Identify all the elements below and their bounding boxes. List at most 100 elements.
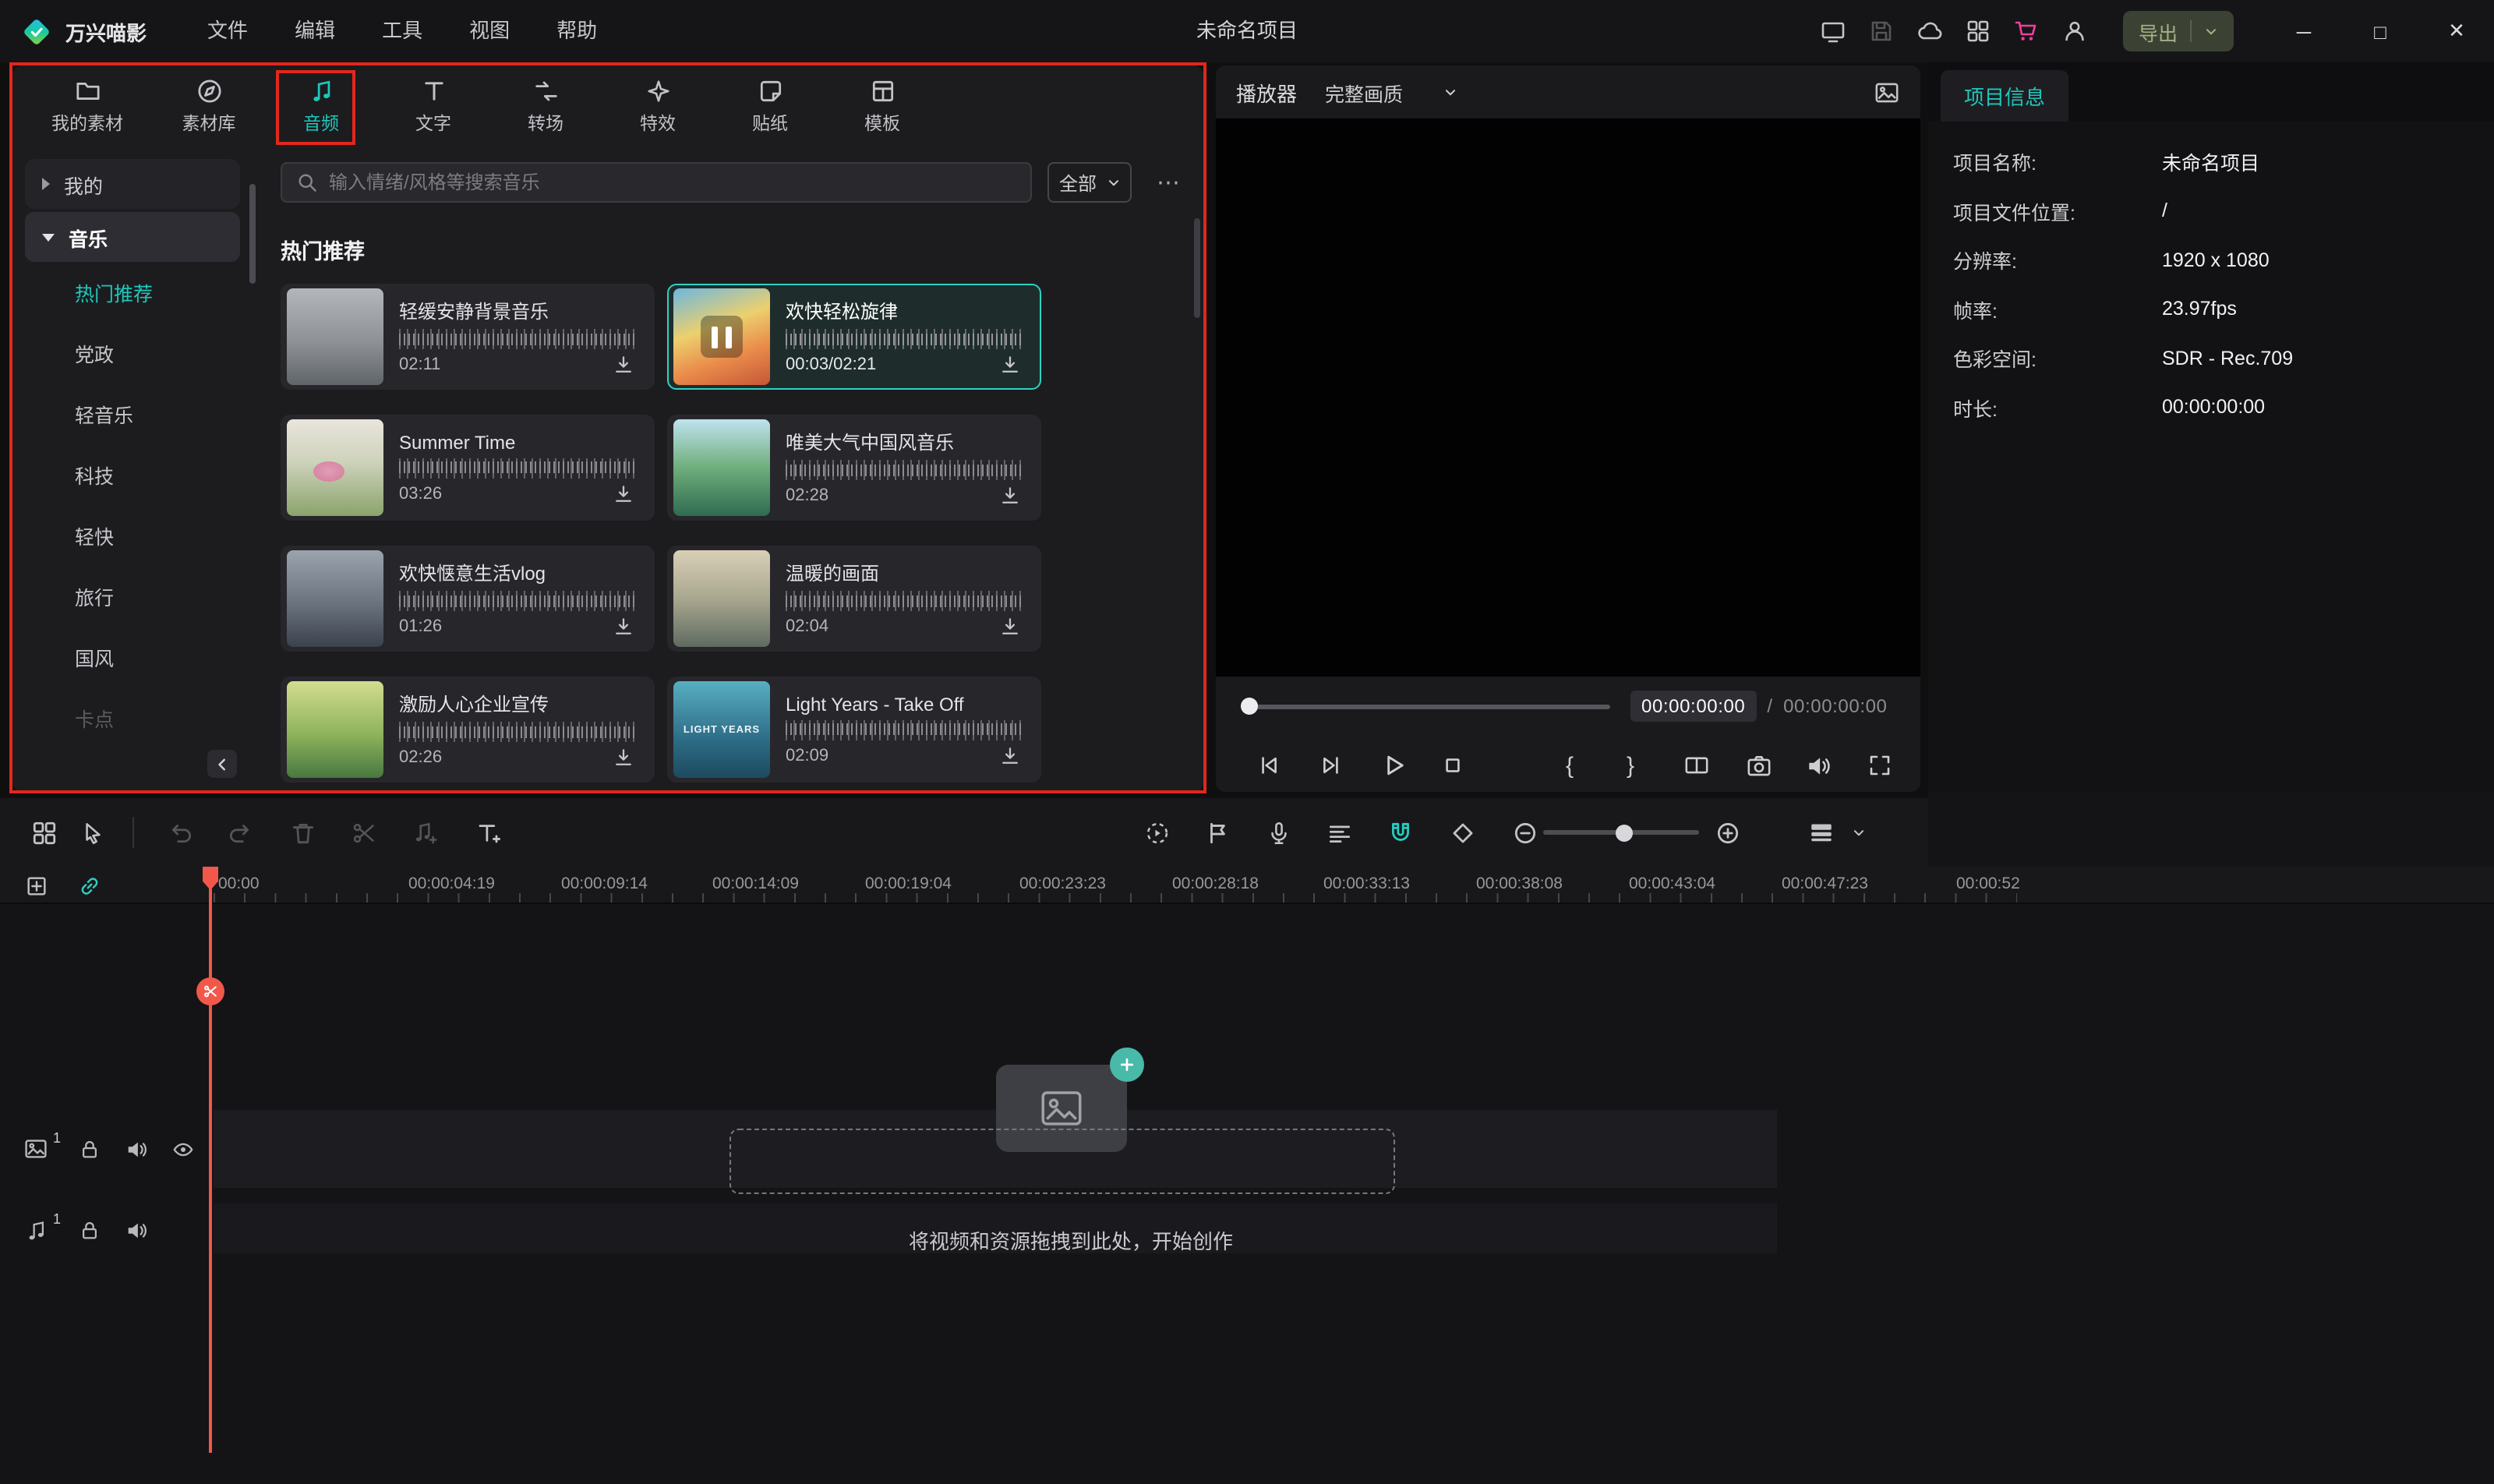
add-media-plus-icon[interactable] bbox=[1110, 1048, 1144, 1082]
save-icon[interactable] bbox=[1869, 19, 1894, 44]
playhead-line[interactable] bbox=[209, 867, 212, 1453]
redo-icon[interactable] bbox=[223, 817, 254, 848]
timeline-ruler[interactable]: 00:00 00:00:04:19 00:00:09:14 00:00:14:0… bbox=[0, 867, 2494, 904]
music-card[interactable]: 激励人心企业宣传 02:26 bbox=[281, 677, 655, 783]
download-icon[interactable] bbox=[999, 485, 1021, 507]
quick-split-scissors-icon[interactable] bbox=[196, 977, 224, 1005]
track-height-caret-icon[interactable] bbox=[1842, 817, 1874, 848]
tab-templates[interactable]: 模板 bbox=[826, 65, 938, 147]
split-view-icon[interactable] bbox=[1680, 750, 1712, 781]
hide-track-eye-icon[interactable] bbox=[168, 1135, 196, 1163]
sidebar-item-h hot-picks[interactable]: 热门推荐 bbox=[12, 265, 259, 326]
music-card[interactable]: 温暖的画面 02:04 bbox=[667, 546, 1041, 652]
timeline-zoom-slider[interactable] bbox=[1543, 830, 1699, 835]
music-card[interactable]: 欢快惬意生活vlog 01:26 bbox=[281, 546, 655, 652]
sidebar-item-tech[interactable]: 科技 bbox=[12, 447, 259, 508]
music-card[interactable]: LIGHT YEARS Light Years - Take Off 02:09 bbox=[667, 677, 1041, 783]
link-icon[interactable] bbox=[75, 871, 103, 899]
delete-icon[interactable] bbox=[287, 817, 318, 848]
sidebar-item-upbeat[interactable]: 轻快 bbox=[12, 508, 259, 569]
filter-dropdown[interactable]: 全部 bbox=[1047, 162, 1132, 203]
menu-edit[interactable]: 编辑 bbox=[271, 0, 359, 62]
lock-track-icon[interactable] bbox=[75, 1216, 103, 1244]
mute-track-icon[interactable] bbox=[122, 1135, 150, 1163]
stop-button[interactable] bbox=[1437, 750, 1468, 781]
split-scissors-icon[interactable] bbox=[348, 817, 379, 848]
download-icon[interactable] bbox=[613, 616, 634, 638]
quality-dropdown[interactable]: 完整画质 bbox=[1325, 77, 1457, 107]
layout-switch-icon[interactable] bbox=[1821, 19, 1846, 44]
tab-transition[interactable]: 转场 bbox=[489, 65, 602, 147]
download-icon[interactable] bbox=[613, 747, 634, 768]
add-text-icon[interactable] bbox=[472, 817, 503, 848]
preview-image-icon[interactable] bbox=[1874, 79, 1900, 105]
search-input[interactable] bbox=[329, 171, 1016, 193]
seek-slider[interactable] bbox=[1242, 686, 1610, 726]
account-icon[interactable] bbox=[2062, 19, 2087, 44]
render-preview-icon[interactable] bbox=[1141, 817, 1172, 848]
pause-icon[interactable] bbox=[701, 316, 743, 358]
download-icon[interactable] bbox=[999, 616, 1021, 638]
tab-project-info[interactable]: 项目信息 bbox=[1941, 70, 2068, 122]
snap-magnet-icon[interactable] bbox=[1384, 817, 1415, 848]
sidebar-item-beat-sync[interactable]: 卡点 bbox=[12, 691, 259, 751]
menu-help[interactable]: 帮助 bbox=[533, 0, 620, 62]
select-tool-icon[interactable] bbox=[76, 817, 108, 848]
beat-marker-icon[interactable] bbox=[408, 817, 440, 848]
tab-effects[interactable]: 特效 bbox=[602, 65, 714, 147]
keyframe-icon[interactable] bbox=[1447, 817, 1478, 848]
next-frame-button[interactable] bbox=[1316, 750, 1347, 781]
undo-icon[interactable] bbox=[165, 817, 196, 848]
lock-track-icon[interactable] bbox=[75, 1135, 103, 1163]
sidebar-group-music[interactable]: 音乐 bbox=[25, 212, 240, 262]
track-height-icon[interactable] bbox=[1805, 817, 1836, 848]
more-options-button[interactable]: ⋯ bbox=[1157, 168, 1182, 196]
download-icon[interactable] bbox=[999, 354, 1021, 376]
tab-my-media[interactable]: 我的素材 bbox=[22, 65, 153, 147]
maximize-button[interactable]: □ bbox=[2362, 19, 2399, 43]
list-scrollbar[interactable] bbox=[1194, 218, 1200, 318]
mute-track-icon[interactable] bbox=[122, 1216, 150, 1244]
tab-stock-library[interactable]: 素材库 bbox=[153, 65, 265, 147]
play-button[interactable] bbox=[1378, 750, 1409, 781]
mark-in-button[interactable]: { bbox=[1559, 750, 1581, 781]
download-icon[interactable] bbox=[613, 482, 634, 504]
sidebar-item-party[interactable]: 党政 bbox=[12, 326, 259, 387]
export-button[interactable]: 导出 bbox=[2123, 11, 2234, 51]
music-card[interactable]: Summer Time 03:26 bbox=[281, 415, 655, 521]
collapse-panel-button[interactable] bbox=[207, 750, 237, 778]
marker-flag-icon[interactable] bbox=[1202, 817, 1233, 848]
fullscreen-icon[interactable] bbox=[1864, 750, 1895, 781]
media-bins-icon[interactable] bbox=[28, 817, 59, 848]
volume-icon[interactable] bbox=[1802, 750, 1833, 781]
speech-to-text-icon[interactable] bbox=[1323, 817, 1355, 848]
cloud-sync-icon[interactable] bbox=[1917, 19, 1942, 44]
zoom-out-icon[interactable] bbox=[1509, 817, 1540, 848]
menu-tools[interactable]: 工具 bbox=[359, 0, 446, 62]
tab-stickers[interactable]: 贴纸 bbox=[714, 65, 826, 147]
search-box[interactable] bbox=[281, 162, 1032, 203]
music-card[interactable]: 轻缓安静背景音乐 02:11 bbox=[281, 284, 655, 390]
apps-grid-icon[interactable] bbox=[1966, 19, 1991, 44]
menu-view[interactable]: 视图 bbox=[446, 0, 533, 62]
minimize-button[interactable]: ─ bbox=[2285, 19, 2323, 43]
mark-out-button[interactable]: } bbox=[1620, 750, 1641, 781]
seek-handle[interactable] bbox=[1241, 698, 1258, 715]
tab-audio[interactable]: 音频 bbox=[265, 65, 377, 147]
download-icon[interactable] bbox=[613, 354, 634, 376]
close-button[interactable]: ✕ bbox=[2438, 19, 2475, 44]
previous-frame-button[interactable] bbox=[1253, 750, 1284, 781]
zoom-slider-handle[interactable] bbox=[1616, 824, 1633, 841]
sidebar-item-light-music[interactable]: 轻音乐 bbox=[12, 387, 259, 447]
cart-icon[interactable] bbox=[2014, 19, 2039, 44]
snapshot-camera-icon[interactable] bbox=[1743, 750, 1774, 781]
tab-text[interactable]: 文字 bbox=[377, 65, 489, 147]
timeline-drop-zone[interactable] bbox=[729, 1129, 1395, 1194]
manage-tracks-icon[interactable] bbox=[22, 871, 50, 899]
voiceover-mic-icon[interactable] bbox=[1263, 817, 1294, 848]
export-chevron-icon[interactable] bbox=[2204, 24, 2218, 38]
sidebar-group-my[interactable]: 我的 bbox=[25, 159, 240, 209]
menu-file[interactable]: 文件 bbox=[184, 0, 271, 62]
download-icon[interactable] bbox=[999, 744, 1021, 766]
sidebar-item-travel[interactable]: 旅行 bbox=[12, 569, 259, 630]
